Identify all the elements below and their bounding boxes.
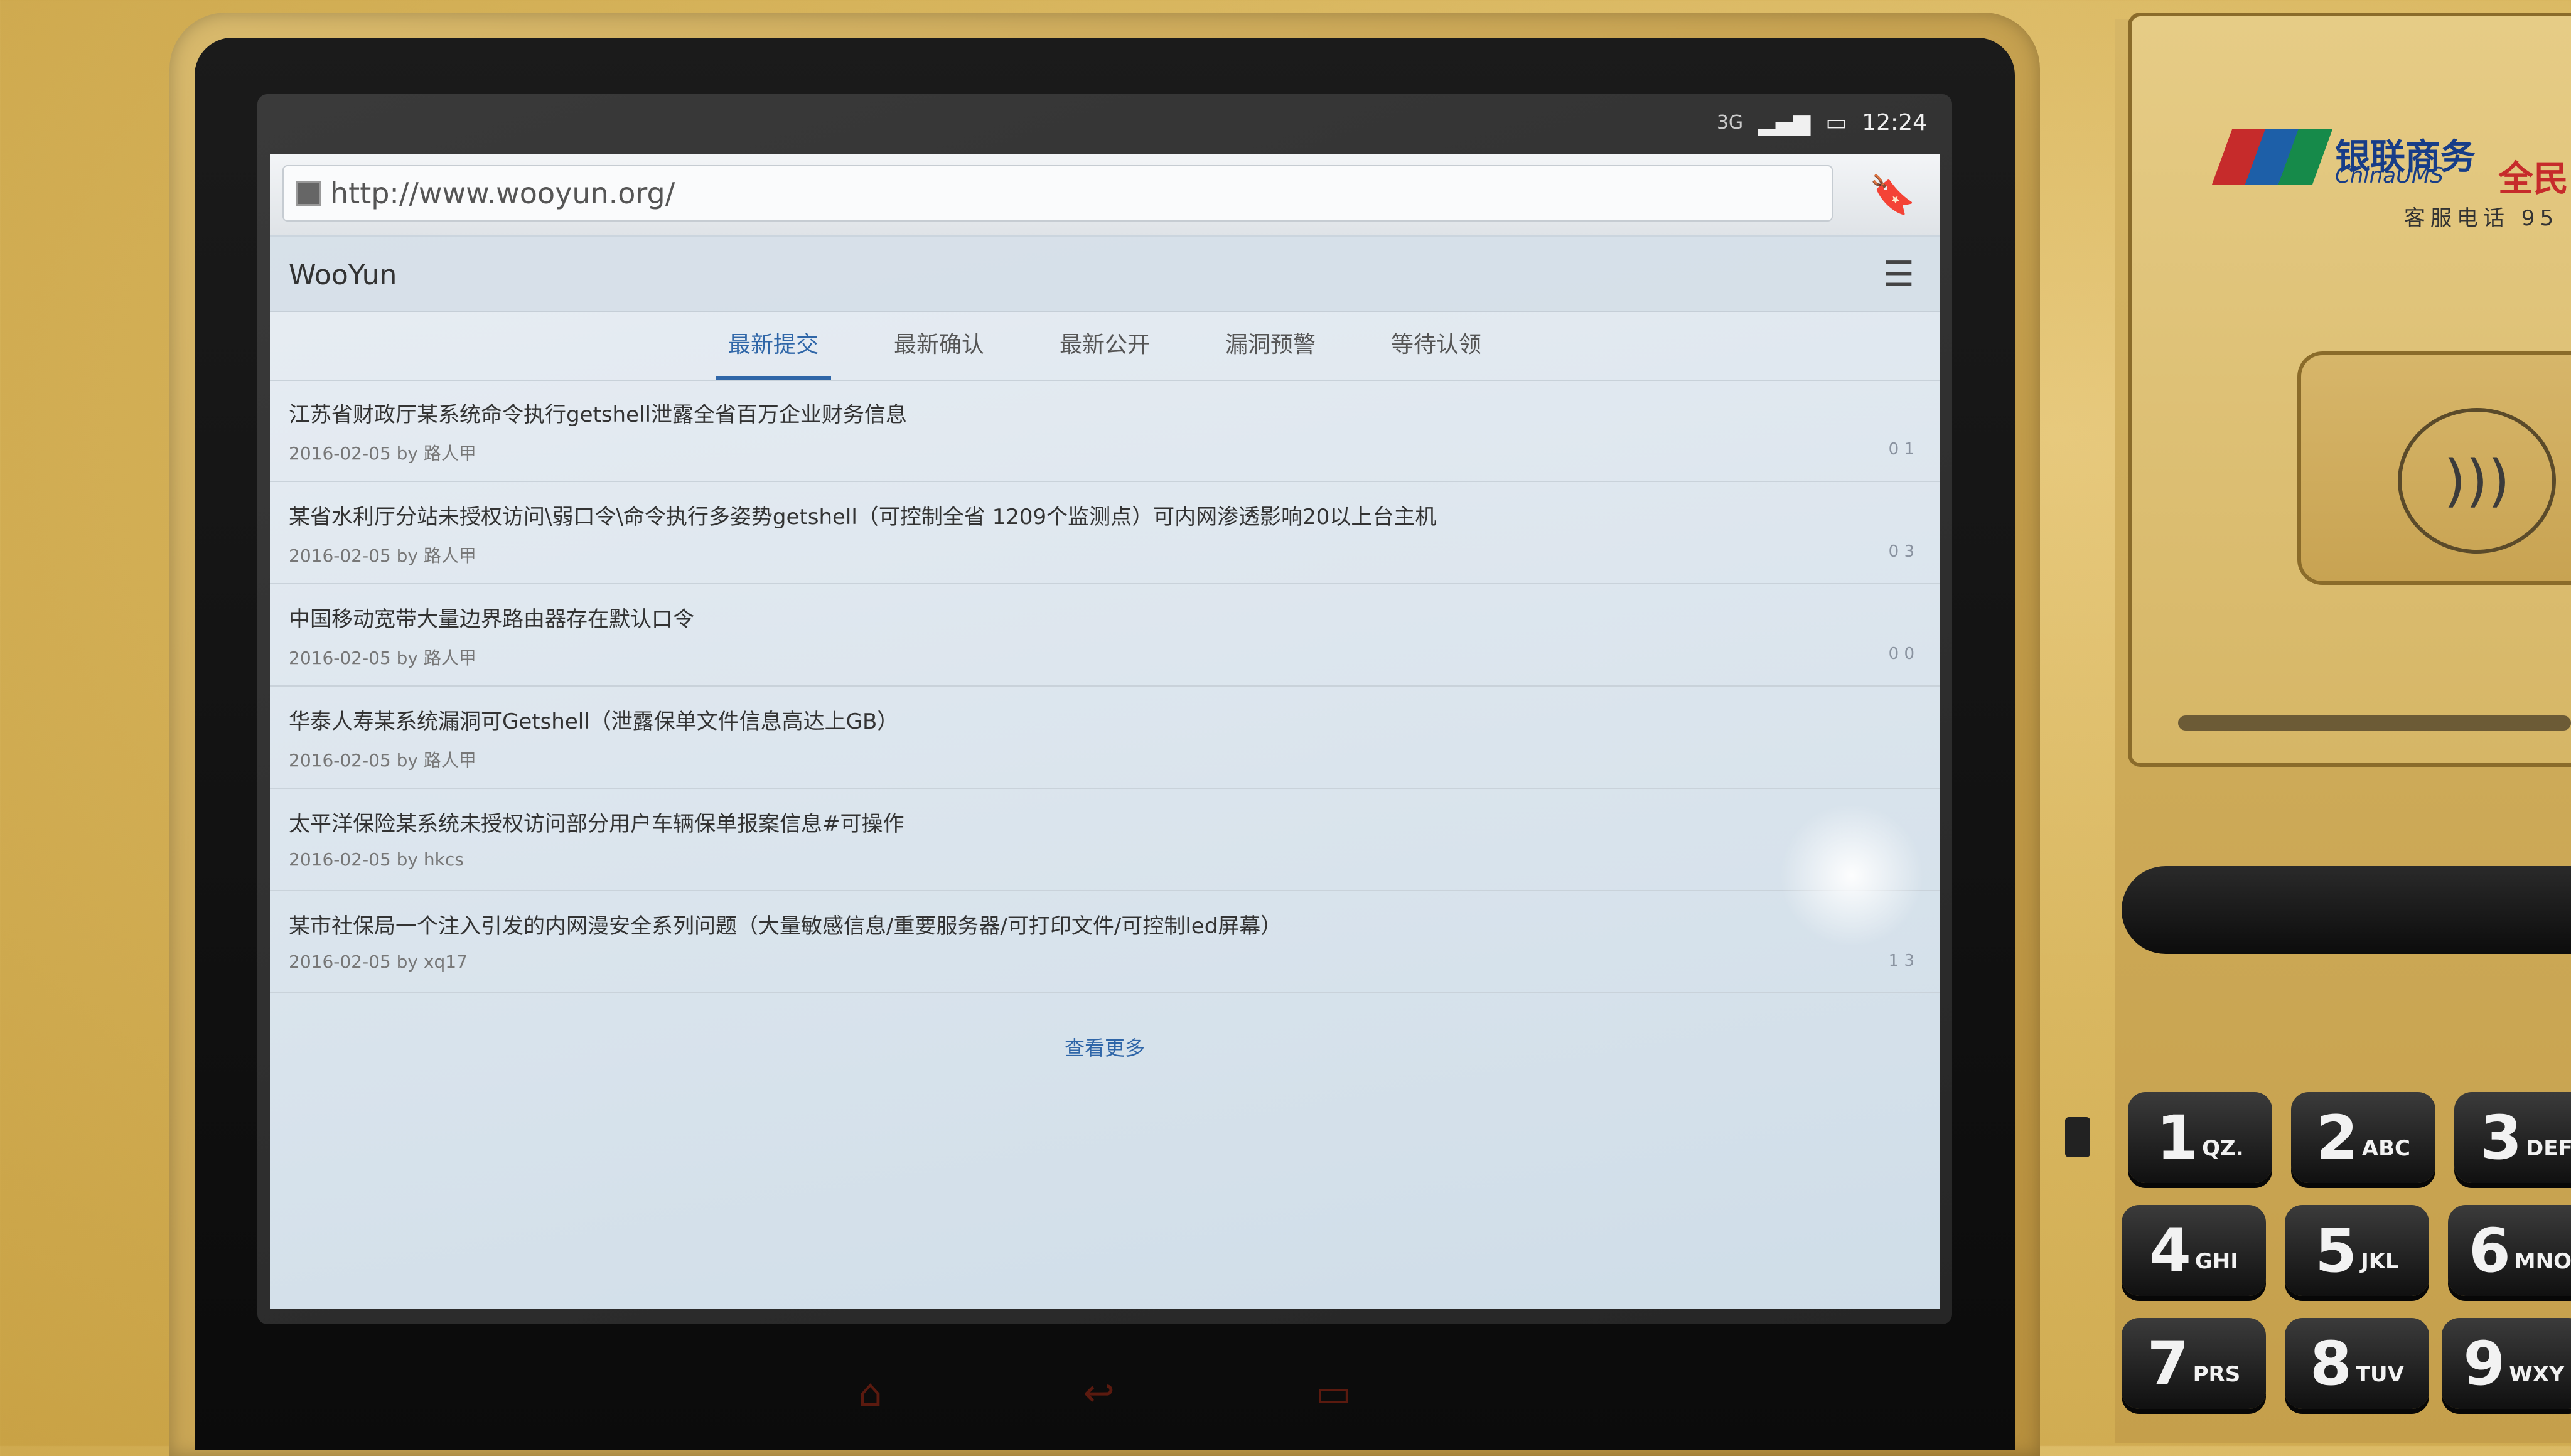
item-stats: 1 3 (1888, 951, 1914, 970)
list-item[interactable]: 中国移动宽带大量边界路由器存在默认口令 2016-02-05 by 路人甲 0 … (270, 584, 1940, 687)
hamburger-menu-icon[interactable]: ☰ (1883, 254, 1914, 295)
key-1[interactable]: 1 QZ. (2128, 1092, 2272, 1183)
tablet-screen: 3G ▂▄▆ ▭ 12:24 http://www.wooyun.org/ 🔖 … (257, 94, 1952, 1324)
item-stats: 0 3 (1888, 542, 1914, 561)
status-led (2065, 1117, 2090, 1157)
brand-en: ChinaUMS (2335, 163, 2444, 188)
brand-cn2: 全民 (2498, 159, 2568, 200)
item-title[interactable]: 江苏省财政厅某系统命令执行getshell泄露全省百万企业财务信息 (289, 397, 907, 428)
tab-latest-submitted[interactable]: 最新提交 (715, 311, 831, 380)
tab-latest-public[interactable]: 最新公开 (1047, 311, 1162, 380)
item-title[interactable]: 某市社保局一个注入引发的内网漫安全系列问题（大量敏感信息/重要服务器/可打印文件… (289, 909, 1282, 939)
url-field[interactable]: http://www.wooyun.org/ (282, 165, 1833, 222)
favicon-icon (296, 181, 321, 206)
hotline: 客服电话 95 (2404, 206, 2559, 231)
list-item[interactable]: 某省水利厅分站未授权访问\弱口令\命令执行多姿势getshell（可控制全省 1… (270, 482, 1940, 584)
contactless-icon: ))) (2398, 408, 2556, 554)
url-bar: http://www.wooyun.org/ 🔖 (270, 154, 1940, 237)
list-item[interactable]: 江苏省财政厅某系统命令执行getshell泄露全省百万企业财务信息 2016-0… (270, 380, 1940, 482)
tab-bar: 最新提交 最新确认 最新公开 漏洞预警 等待认领 (270, 311, 1940, 381)
vuln-list: 江苏省财政厅某系统命令执行getshell泄露全省百万企业财务信息 2016-0… (270, 380, 1940, 993)
recent-apps-icon[interactable]: ▭ (1316, 1371, 1351, 1415)
item-meta: 2016-02-05 by 路人甲 (289, 750, 476, 771)
item-meta: 2016-02-05 by hkcs (289, 849, 464, 870)
back-icon[interactable]: ↩ (1083, 1371, 1115, 1415)
key-8[interactable]: 8 TUV (2285, 1318, 2429, 1409)
item-title[interactable]: 太平洋保险某系统未授权访问部分用户车辆保单报案信息#可操作 (289, 806, 904, 837)
list-item[interactable]: 华泰人寿某系统漏洞可Getshell（泄露保单文件信息高达上GB） 2016-0… (270, 687, 1940, 789)
list-item[interactable]: 太平洋保险某系统未授权访问部分用户车辆保单报案信息#可操作 2016-02-05… (270, 789, 1940, 891)
item-meta: 2016-02-05 by xq17 (289, 951, 468, 972)
clock: 12:24 (1862, 109, 1927, 136)
item-title[interactable]: 某省水利厅分站未授权访问\弱口令\命令执行多姿势getshell（可控制全省 1… (289, 500, 1436, 530)
network-indicator: 3G (1716, 111, 1744, 134)
signal-icon: ▂▄▆ (1758, 109, 1811, 136)
key-6[interactable]: 6 MNO (2448, 1205, 2571, 1296)
view-more-link[interactable]: 查看更多 (270, 1032, 1940, 1061)
browser-window: http://www.wooyun.org/ 🔖 WooYun ☰ 最新提交 最… (270, 154, 1940, 1309)
tab-latest-confirmed[interactable]: 最新确认 (881, 311, 997, 380)
key-3[interactable]: 3 DEF (2454, 1092, 2571, 1183)
item-title[interactable]: 中国移动宽带大量边界路由器存在默认口令 (289, 602, 694, 633)
key-5[interactable]: 5 JKL (2285, 1205, 2429, 1296)
url-text: http://www.wooyun.org/ (330, 176, 675, 210)
status-bar: 3G ▂▄▆ ▭ 12:24 (257, 94, 1952, 151)
chinaums-logo-icon (2211, 129, 2333, 185)
magstripe-reader[interactable] (2122, 866, 2571, 954)
item-meta: 2016-02-05 by 路人甲 (289, 648, 476, 668)
key-4[interactable]: 4 GHI (2122, 1205, 2266, 1296)
tab-vuln-alert[interactable]: 漏洞预警 (1213, 311, 1328, 380)
card-slot[interactable] (2178, 715, 2571, 731)
item-stats: 0 0 (1888, 645, 1914, 663)
battery-icon: ▭ (1825, 109, 1847, 136)
home-icon[interactable]: ⌂ (858, 1371, 882, 1415)
key-2[interactable]: 2 ABC (2291, 1092, 2435, 1183)
glare-reflection (1776, 806, 1927, 945)
key-7[interactable]: 7 PRS (2122, 1318, 2266, 1409)
item-meta: 2016-02-05 by 路人甲 (289, 545, 476, 566)
item-title[interactable]: 华泰人寿某系统漏洞可Getshell（泄露保单文件信息高达上GB） (289, 704, 898, 735)
site-logo[interactable]: WooYun (289, 259, 397, 291)
bookmark-icon[interactable]: 🔖 (1864, 168, 1921, 222)
site-header: WooYun ☰ (270, 235, 1940, 312)
item-stats: 0 1 (1888, 440, 1914, 459)
keypad: 1 QZ. 2 ABC 3 DEF 4 GHI 5 JKL 6 MNO 7 PRS 8 TUV … (2122, 1092, 2571, 1446)
tab-awaiting-claim[interactable]: 等待认领 (1378, 311, 1494, 380)
list-item[interactable]: 某市社保局一个注入引发的内网漫安全系列问题（大量敏感信息/重要服务器/可打印文件… (270, 891, 1940, 993)
item-meta: 2016-02-05 by 路人甲 (289, 443, 476, 464)
android-nav-bar: ⌂ ↩ ▭ (257, 1343, 1952, 1443)
key-9[interactable]: 9 WXY (2442, 1318, 2571, 1409)
